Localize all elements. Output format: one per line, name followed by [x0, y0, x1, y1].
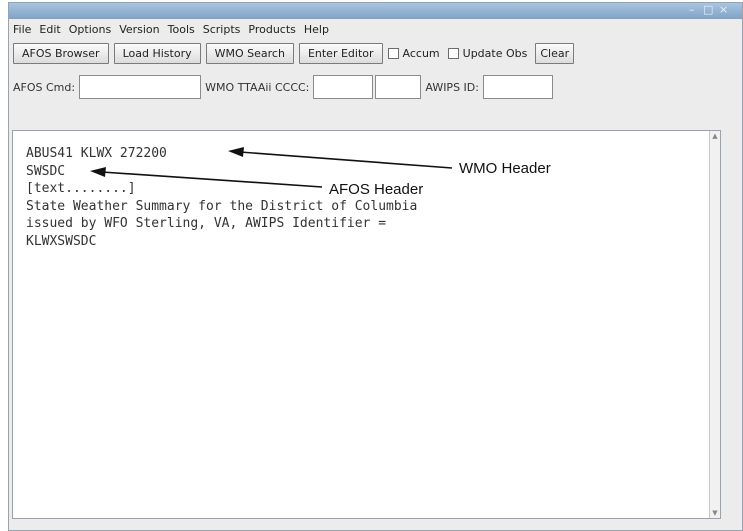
wmo-header-annotation: WMO Header: [459, 160, 551, 177]
afos-header-arrow-icon: [101, 171, 323, 188]
wmo-header-arrow-icon: [239, 151, 453, 169]
wmo-arrowhead-icon: [228, 147, 244, 157]
annotation-arrows: [90, 147, 453, 188]
afos-header-annotation: AFOS Header: [329, 181, 424, 198]
afos-arrowhead-icon: [90, 167, 106, 177]
